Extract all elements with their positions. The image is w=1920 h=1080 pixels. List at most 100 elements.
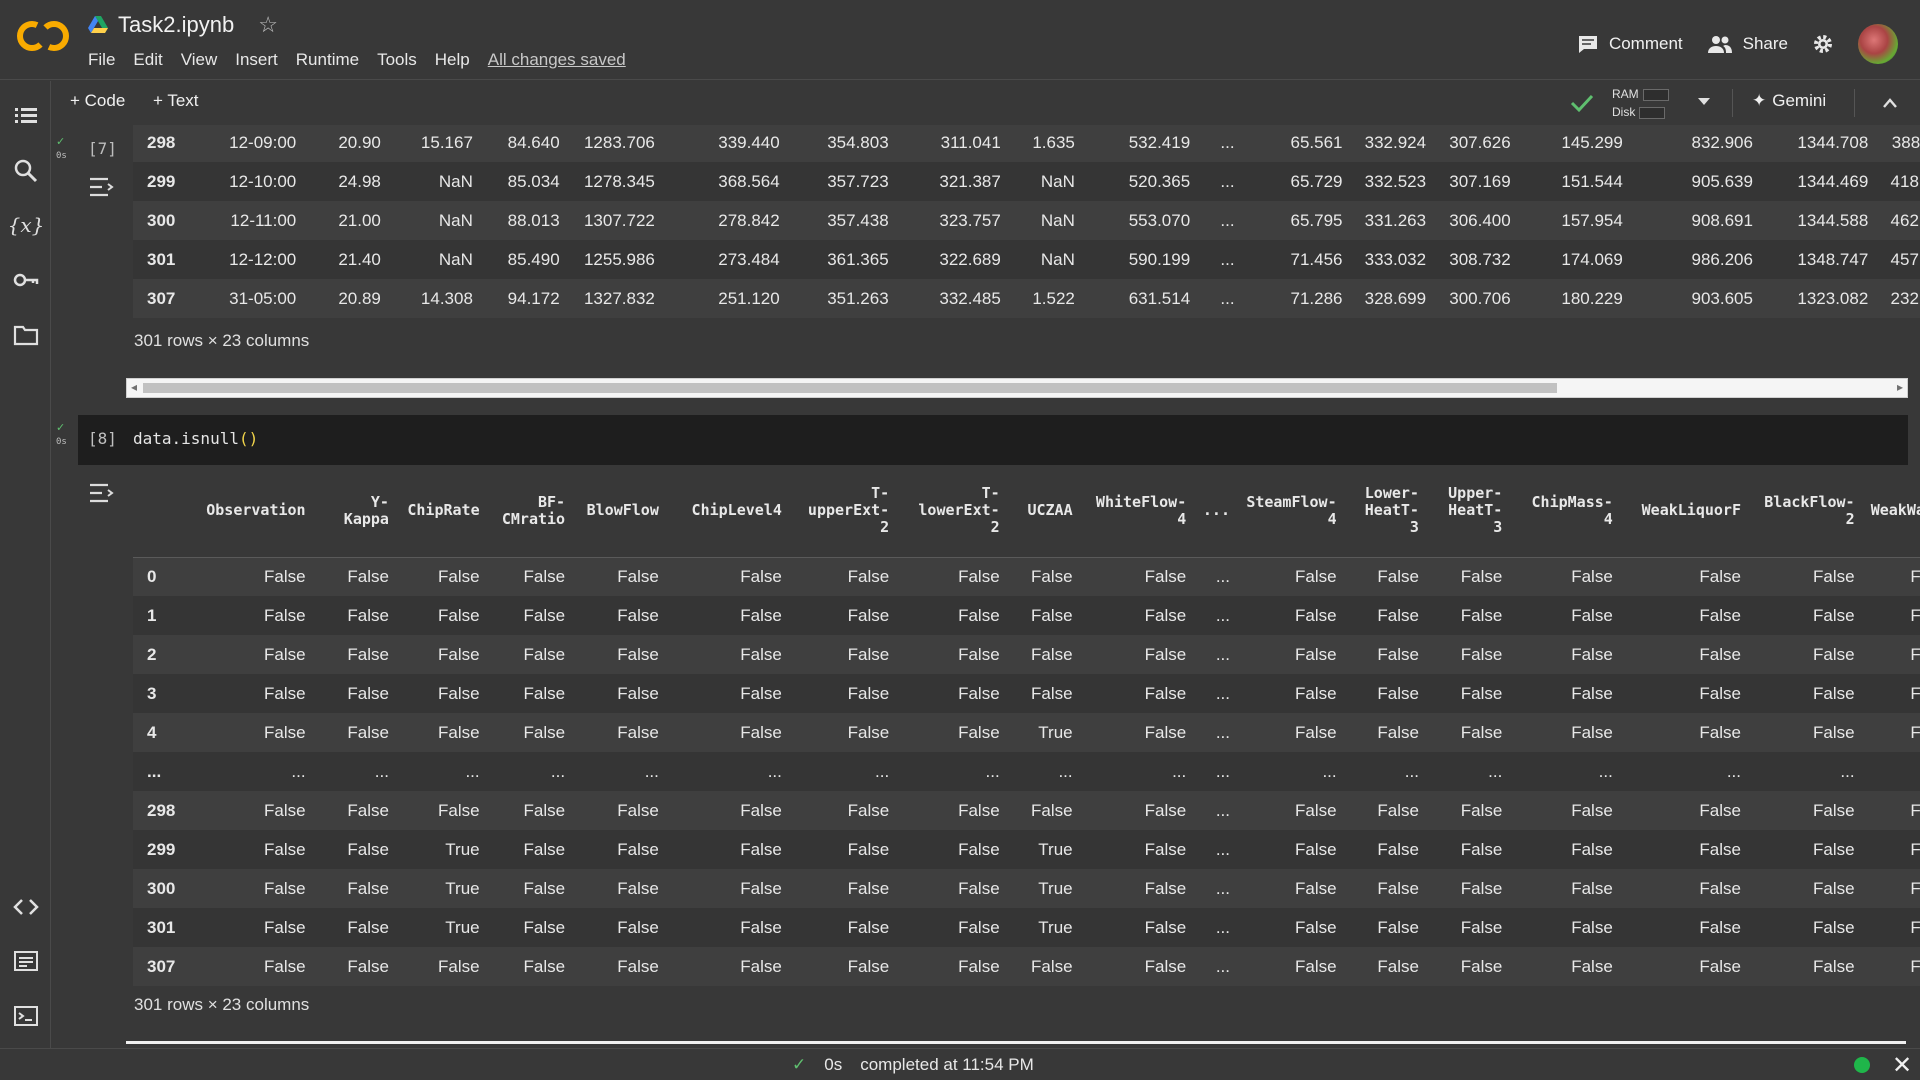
table-cell: False <box>847 878 890 898</box>
table-cell: False <box>264 839 306 859</box>
ram-bar <box>1642 88 1669 101</box>
row-index-cell: 0 <box>147 566 157 586</box>
settings-gear-icon[interactable] <box>1812 33 1834 55</box>
horizontal-scrollbar[interactable]: ◂ ▸ <box>126 378 1908 398</box>
user-avatar[interactable] <box>1858 24 1898 64</box>
table-cell: False <box>1377 917 1419 937</box>
status-bar: ✓ 0s completed at 11:54 PM ✕ <box>0 1048 1920 1080</box>
table-cell: 333.032 <box>1364 249 1427 269</box>
table-cell: False <box>1377 644 1419 664</box>
table-cell: False <box>1910 956 1920 976</box>
add-code-button[interactable]: + Code <box>70 91 125 111</box>
table-row: 300 False False True False False False False Fal… <box>133 869 1920 908</box>
menu-tools[interactable]: Tools <box>377 50 417 70</box>
menu-file[interactable]: File <box>88 50 115 70</box>
table-cell: NaN <box>1040 249 1075 269</box>
status-completed-text[interactable]: completed at 11:54 PM <box>860 1055 1034 1075</box>
share-button[interactable]: Share <box>1707 34 1788 54</box>
runtime-dropdown-chevron-down-icon[interactable] <box>1697 97 1711 107</box>
cell8-code-editor[interactable]: [8] data.isnull() <box>78 415 1908 465</box>
table-cell: False <box>1571 800 1613 820</box>
colab-logo[interactable] <box>16 18 70 54</box>
table-cell: False <box>1295 956 1337 976</box>
table-cell: False <box>1813 878 1855 898</box>
scroll-left-arrow-icon[interactable]: ◂ <box>131 380 137 394</box>
table-cell: True <box>1038 722 1073 742</box>
table-cell: False <box>740 683 782 703</box>
table-cell: ... <box>767 761 782 781</box>
table-cell: False <box>1460 566 1503 586</box>
star-icon[interactable]: ☆ <box>258 12 278 38</box>
table-cell: False <box>847 605 890 625</box>
table-cell: False <box>1813 917 1855 937</box>
table-cell: ... <box>1220 288 1235 308</box>
secrets-key-icon[interactable] <box>13 267 39 293</box>
comment-button[interactable]: Comment <box>1577 34 1683 54</box>
code-snippets-icon[interactable] <box>13 894 39 920</box>
table-cell: False <box>264 605 306 625</box>
resource-monitor[interactable]: RAM Disk <box>1612 85 1669 121</box>
table-cell: 331.263 <box>1364 210 1427 230</box>
notebook-area: ✓ 0s [7] 298 12-09:00 20.90 15.167 84.640 128… <box>52 125 1920 1048</box>
scroll-right-arrow-icon[interactable]: ▸ <box>1897 380 1903 394</box>
table-cell: False <box>523 644 566 664</box>
table-cell: True <box>1038 917 1073 937</box>
table-cell: NaN <box>438 210 473 230</box>
table-cell: False <box>958 917 1000 937</box>
table-cell: 339.440 <box>718 132 780 152</box>
table-cell: False <box>1460 683 1503 703</box>
table-cell: False <box>958 722 1000 742</box>
table-cell: 590.199 <box>1128 249 1191 269</box>
table-cell: 332.485 <box>939 288 1001 308</box>
row-index-cell: 301 <box>147 917 176 937</box>
table-cell: 12-11:00 <box>230 210 297 230</box>
table-cell: NaN <box>1040 210 1075 230</box>
table-cell: False <box>847 956 890 976</box>
search-icon[interactable] <box>13 158 39 184</box>
table-cell: ... <box>291 761 306 781</box>
menu-edit[interactable]: Edit <box>133 50 162 70</box>
cell8-code-text[interactable]: data.isnull() <box>133 429 258 448</box>
close-icon[interactable]: ✕ <box>1892 1051 1912 1080</box>
variables-icon[interactable]: {x} <box>8 212 45 238</box>
table-cell: 12-09:00 <box>229 132 297 152</box>
table-cell: 157.954 <box>1561 210 1623 230</box>
notebook-title[interactable]: Task2.ipynb <box>118 12 234 38</box>
output-actions-icon-2[interactable] <box>88 481 116 505</box>
save-status-link[interactable]: All changes saved <box>488 50 626 70</box>
output-actions-icon[interactable] <box>88 175 116 199</box>
table-cell: False <box>617 839 659 859</box>
table-cell: False <box>958 566 1000 586</box>
terminal-icon[interactable] <box>13 1003 39 1029</box>
add-text-button[interactable]: + Text <box>153 91 199 111</box>
cell8-exec-count[interactable]: [8] <box>88 429 117 448</box>
table-cell: False <box>264 722 306 742</box>
files-folder-icon[interactable] <box>13 322 39 348</box>
gemini-button[interactable]: ✦ Gemini <box>1752 91 1826 111</box>
table-cell: False <box>1460 917 1503 937</box>
ram-label: RAM <box>1612 87 1639 101</box>
collapse-chevron-up-icon[interactable] <box>1882 97 1898 109</box>
cell7-exec-count[interactable]: [7] <box>88 139 117 158</box>
table-cell: 328.699 <box>1364 288 1427 308</box>
menu-help[interactable]: Help <box>435 50 470 70</box>
table-cell: ... <box>1172 761 1187 781</box>
scrollbar-thumb[interactable] <box>143 383 1557 393</box>
table-cell: False <box>1571 683 1613 703</box>
menu-runtime[interactable]: Runtime <box>296 50 359 70</box>
table-row: 307 31-05:00 20.89 14.308 94.172 1327.832 251.… <box>133 279 1920 318</box>
menu-view[interactable]: View <box>181 50 218 70</box>
table-cell: ... <box>1215 956 1230 976</box>
row-index-cell: ... <box>147 761 162 781</box>
row-index-cell: 307 <box>147 288 176 308</box>
table-cell: False <box>740 917 782 937</box>
menu-insert[interactable]: Insert <box>235 50 278 70</box>
table-cell: False <box>347 839 389 859</box>
table-cell: False <box>347 644 389 664</box>
table-cell: False <box>523 605 566 625</box>
table-cell: False <box>1144 722 1187 742</box>
command-palette-icon[interactable] <box>13 948 39 974</box>
table-of-contents-icon[interactable] <box>13 103 39 129</box>
table-cell: 15.167 <box>420 132 473 152</box>
connection-status-dot <box>1854 1057 1870 1073</box>
